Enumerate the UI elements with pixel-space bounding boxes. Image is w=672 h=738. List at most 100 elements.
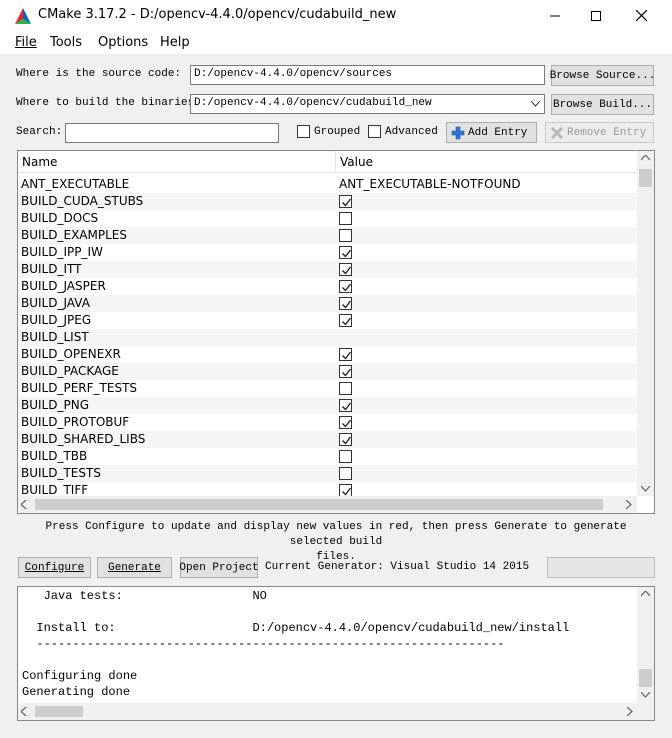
scroll-left-icon[interactable] xyxy=(21,707,27,716)
value-checkbox[interactable] xyxy=(339,297,352,310)
table-row[interactable]: BUILD_ITT xyxy=(18,261,637,278)
table-row[interactable]: BUILD_TESTS xyxy=(18,465,637,482)
output-vertical-scrollbar[interactable] xyxy=(637,587,654,703)
cell-name: BUILD_PERF_TESTS xyxy=(21,381,138,395)
value-checkbox[interactable] xyxy=(339,365,352,378)
value-checkbox[interactable] xyxy=(339,229,352,242)
title-bar[interactable]: CMake 3.17.2 - D:/opencv-4.4.0/opencv/cu… xyxy=(0,0,672,31)
output-log[interactable]: Java tests: NO Install to: D:/opencv-4.4… xyxy=(17,586,655,721)
advanced-checkbox[interactable] xyxy=(368,125,381,138)
table-horizontal-scrollbar[interactable] xyxy=(18,496,637,513)
window-title: CMake 3.17.2 - D:/opencv-4.4.0/opencv/cu… xyxy=(38,7,397,22)
menu-bar: File Tools Options Help xyxy=(0,31,672,54)
value-checkbox[interactable] xyxy=(339,433,352,446)
checkmark-icon xyxy=(342,198,352,207)
add-entry-button[interactable]: Add Entry xyxy=(446,122,537,143)
minimize-button[interactable] xyxy=(532,0,578,31)
value-checkbox[interactable] xyxy=(339,314,352,327)
table-row[interactable]: ANT_EXECUTABLE ANT_EXECUTABLE-NOTFOUND xyxy=(18,176,637,193)
value-checkbox[interactable] xyxy=(339,212,352,225)
build-path-combobox[interactable]: D:/opencv-4.4.0/opencv/cudabuild_new xyxy=(190,94,545,114)
column-header-name[interactable]: Name xyxy=(22,155,57,169)
scroll-right-icon[interactable] xyxy=(626,500,632,509)
remove-entry-label: Remove Entry xyxy=(567,126,647,139)
table-row[interactable]: BUILD_PNG xyxy=(18,397,637,414)
open-project-button[interactable]: Open Project xyxy=(179,557,259,578)
hint-line-1: Press Configure to update and display ne… xyxy=(45,521,627,548)
scroll-right-icon[interactable] xyxy=(627,707,633,716)
scroll-up-icon[interactable] xyxy=(641,155,650,161)
minimize-icon xyxy=(550,15,560,16)
scroll-down-icon[interactable] xyxy=(641,486,650,492)
maximize-button[interactable] xyxy=(573,0,619,31)
table-row[interactable]: BUILD_JAVA xyxy=(18,295,637,312)
chevron-down-icon xyxy=(531,101,540,107)
menu-file[interactable]: File xyxy=(15,35,37,50)
column-header-value[interactable]: Value xyxy=(340,155,373,169)
table-row[interactable]: BUILD_LIST xyxy=(18,329,637,346)
output-vertical-scroll-thumb[interactable] xyxy=(639,669,652,687)
table-vertical-scrollbar[interactable] xyxy=(637,151,654,496)
table-row[interactable]: BUILD_JASPER xyxy=(18,278,637,295)
configure-button[interactable]: Configure xyxy=(18,557,91,578)
table-row[interactable]: BUILD_TBB xyxy=(18,448,637,465)
output-line: Java tests: NO xyxy=(22,589,267,603)
value-checkbox[interactable] xyxy=(339,263,352,276)
value-checkbox[interactable] xyxy=(339,195,352,208)
output-horizontal-scrollbar[interactable] xyxy=(18,703,654,720)
checkmark-icon xyxy=(342,368,352,377)
table-row[interactable]: BUILD_EXAMPLES xyxy=(18,227,637,244)
table-horizontal-scroll-thumb[interactable] xyxy=(35,499,603,510)
generate-button[interactable]: Generate xyxy=(97,557,172,578)
cell-name: BUILD_TESTS xyxy=(21,466,101,480)
search-input[interactable] xyxy=(65,123,279,143)
browse-build-button[interactable]: Browse Build... xyxy=(551,94,654,115)
remove-entry-button[interactable]: Remove Entry xyxy=(545,122,654,143)
scroll-up-icon[interactable] xyxy=(641,591,650,597)
browse-source-button[interactable]: Browse Source... xyxy=(550,65,655,86)
cell-name: BUILD_JASPER xyxy=(21,279,106,293)
value-checkbox[interactable] xyxy=(339,382,352,395)
value-checkbox[interactable] xyxy=(339,467,352,480)
cell-name: BUILD_TIFF xyxy=(21,483,89,497)
column-divider[interactable] xyxy=(335,151,336,173)
table-row[interactable]: BUILD_PERF_TESTS xyxy=(18,380,637,397)
cell-value[interactable]: ANT_EXECUTABLE-NOTFOUND xyxy=(339,177,521,191)
menu-help[interactable]: Help xyxy=(160,35,190,50)
grouped-checkbox[interactable] xyxy=(297,125,310,138)
table-row[interactable]: BUILD_OPENEXR xyxy=(18,346,637,363)
checkmark-icon xyxy=(342,283,352,292)
table-row[interactable]: BUILD_CUDA_STUBS xyxy=(18,193,637,210)
menu-options[interactable]: Options xyxy=(98,35,148,50)
table-row[interactable]: BUILD_PROTOBUF xyxy=(18,414,637,431)
cell-name: BUILD_EXAMPLES xyxy=(21,228,127,242)
cache-table[interactable]: Name Value ANT_EXECUTABLE ANT_EXECUTABLE-… xyxy=(17,150,655,514)
value-checkbox[interactable] xyxy=(339,450,352,463)
menu-tools[interactable]: Tools xyxy=(50,35,82,50)
checkmark-icon xyxy=(342,402,352,411)
close-button[interactable] xyxy=(618,0,664,31)
table-header: Name Value xyxy=(18,151,654,173)
output-horizontal-scroll-thumb[interactable] xyxy=(35,706,83,717)
scroll-down-icon[interactable] xyxy=(641,692,650,698)
value-checkbox[interactable] xyxy=(339,246,352,259)
checkmark-icon xyxy=(342,300,352,309)
table-vertical-scroll-thumb[interactable] xyxy=(639,169,652,187)
value-checkbox[interactable] xyxy=(339,399,352,412)
scroll-left-icon[interactable] xyxy=(21,500,27,509)
checkmark-icon xyxy=(342,317,352,326)
table-row[interactable]: BUILD_JPEG xyxy=(18,312,637,329)
table-row[interactable]: BUILD_SHARED_LIBS xyxy=(18,431,637,448)
table-row[interactable]: BUILD_PACKAGE xyxy=(18,363,637,380)
table-body: ANT_EXECUTABLE ANT_EXECUTABLE-NOTFOUND BUI… xyxy=(18,177,637,513)
value-checkbox[interactable] xyxy=(339,416,352,429)
value-checkbox[interactable] xyxy=(339,348,352,361)
output-line: ----------------------------------------… xyxy=(22,637,505,651)
build-label: Where to build the binaries: xyxy=(16,97,201,109)
table-row[interactable]: BUILD_IPP_IW xyxy=(18,244,637,261)
output-log-text: Java tests: NO Install to: D:/opencv-4.4… xyxy=(18,587,637,703)
value-checkbox[interactable] xyxy=(339,280,352,293)
close-icon xyxy=(635,10,647,21)
table-row[interactable]: BUILD_DOCS xyxy=(18,210,637,227)
source-path-input[interactable]: D:/opencv-4.4.0/opencv/sources xyxy=(190,65,545,85)
